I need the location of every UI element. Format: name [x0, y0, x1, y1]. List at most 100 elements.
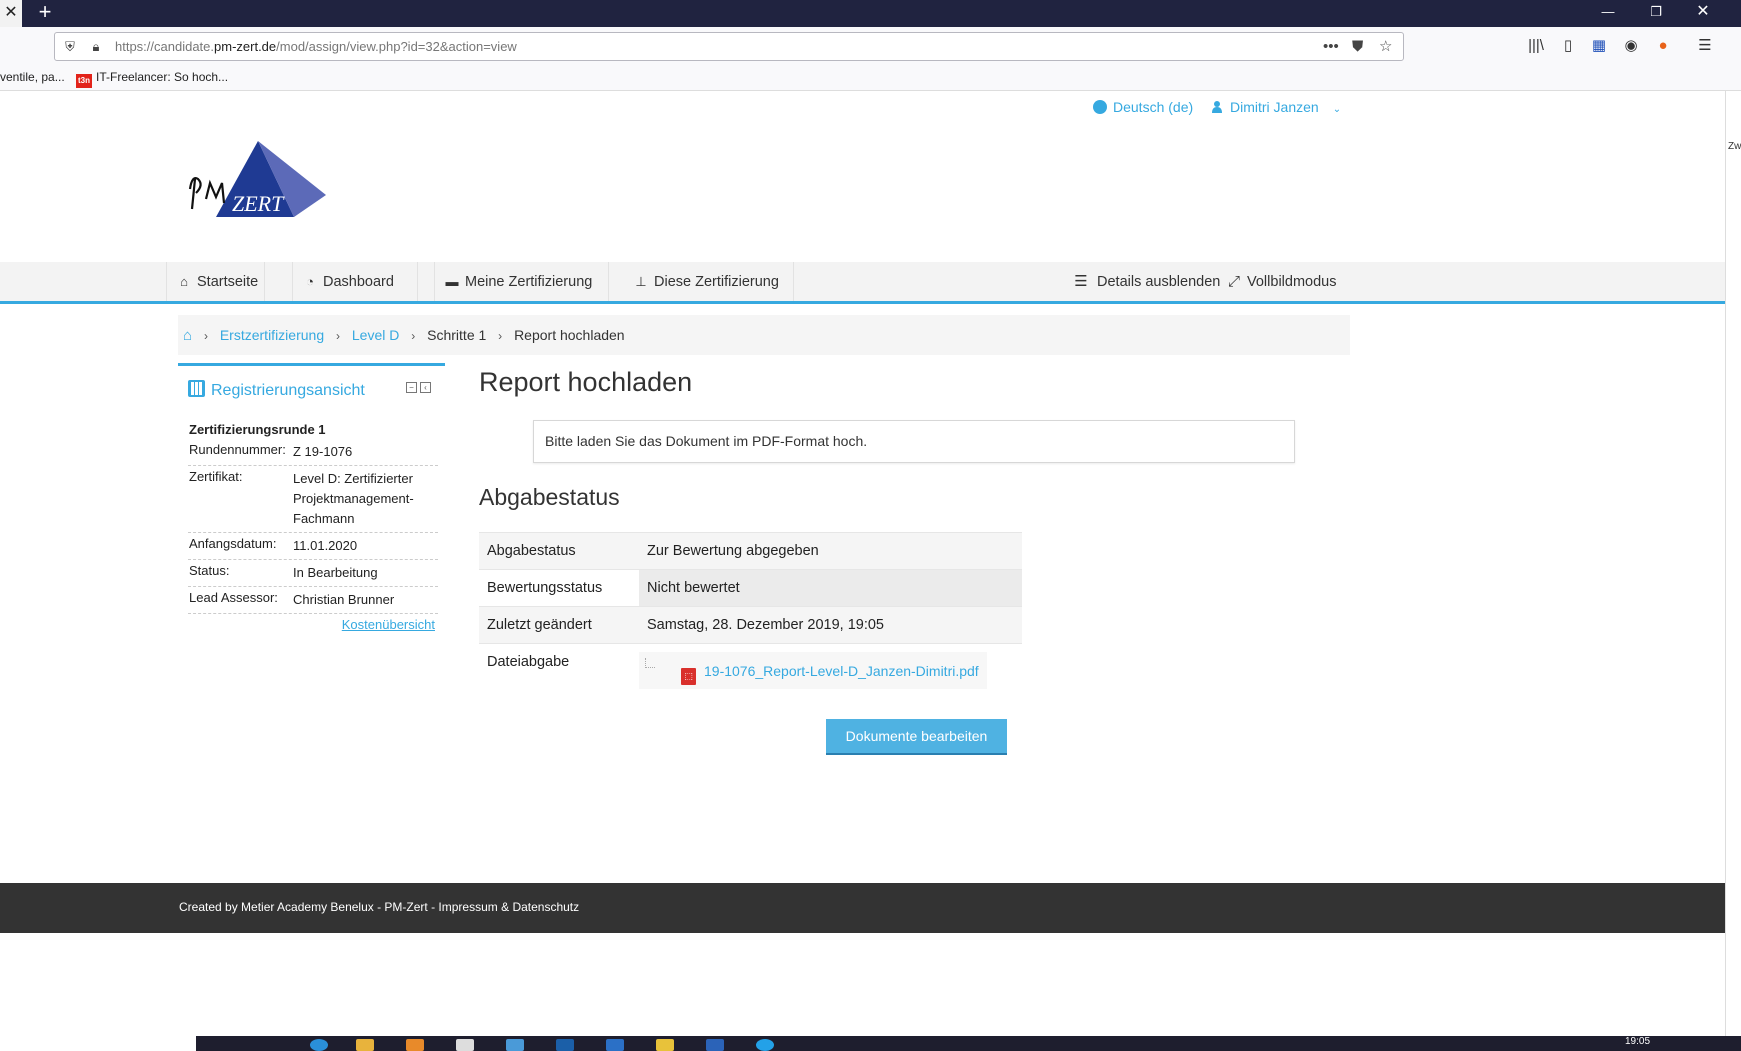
table-row: Bewertungsstatus Nicht bewertet — [479, 569, 1022, 607]
info-row: Lead Assessor: Christian Brunner — [188, 587, 438, 614]
nav-my-certification[interactable]: ▬ Meine Zertifizierung — [434, 262, 609, 301]
account-icon[interactable]: ◉ — [1620, 35, 1642, 57]
info-row: Rundennummer: Z 19-1076 — [188, 439, 438, 466]
nav-label: Diese Zertifizierung — [654, 274, 779, 290]
bookmark-item[interactable]: ventile, pa... — [0, 70, 65, 84]
folder-icon[interactable] — [356, 1039, 374, 1051]
new-tab-icon[interactable]: + — [34, 0, 56, 27]
web-page: Deutsch (de) Dimitri Janzen ⌄ ZERT ⌂ Start… — [0, 91, 1725, 1036]
dock-block-icon[interactable]: ‹ — [420, 382, 431, 393]
round-title: Zertifizierungsrunde 1 — [189, 422, 326, 437]
pm-zert-logo[interactable]: ZERT — [188, 139, 338, 229]
breadcrumb-home-icon[interactable]: ⌂ — [183, 327, 192, 344]
save-icon[interactable] — [556, 1039, 574, 1051]
edit-submission-button[interactable]: Dokumente bearbeiten — [826, 719, 1007, 755]
language-label: Deutsch (de) — [1113, 99, 1194, 115]
list-icon: ☰ — [1074, 273, 1088, 290]
status-key: Abgabestatus — [479, 532, 639, 570]
chevron-right-icon: › — [498, 329, 503, 343]
chevron-right-icon: › — [203, 329, 208, 343]
taskbar-search-area[interactable] — [0, 1036, 196, 1051]
user-icon — [1212, 101, 1222, 113]
extension-grid-icon[interactable]: ▦ — [1588, 35, 1610, 57]
lock-icon[interactable]: 🔒︎ — [87, 38, 105, 56]
word-icon[interactable] — [706, 1039, 724, 1051]
language-menu[interactable]: Deutsch (de) — [1093, 99, 1193, 115]
url-bar[interactable]: ⛨ 🔒︎ https://candidate.pm-zert.de/mod/as… — [54, 32, 1404, 61]
user-menu[interactable]: Dimitri Janzen ⌄ — [1212, 99, 1341, 115]
breadcrumb: ⌂ › Erstzertifizierung › Level D › Schri… — [178, 315, 1350, 355]
url-text[interactable]: https://candidate.pm-zert.de/mod/assign/… — [115, 39, 517, 54]
nav-fullscreen[interactable]: ⤢ Vollbildmodus — [1217, 262, 1357, 301]
breadcrumb-link[interactable]: Erstzertifizierung — [220, 327, 324, 343]
user-name: Dimitri Janzen — [1230, 99, 1319, 115]
breadcrumb-item[interactable]: Schritte 1 — [427, 327, 486, 343]
taskbar-clock: 19:05 — [1625, 1036, 1651, 1047]
nav-home[interactable]: ⌂ Startseite — [166, 262, 265, 301]
assignment-intro: Bitte laden Sie das Dokument im PDF-Form… — [533, 420, 1295, 463]
bookmark-item[interactable]: t3n IT-Freelancer: So hoch... — [76, 70, 228, 88]
t3n-icon: t3n — [76, 74, 92, 88]
nav-label: Meine Zertifizierung — [465, 274, 593, 290]
table-row: Abgabestatus Zur Bewertung abgegeben — [479, 532, 1022, 570]
minimize-icon[interactable]: — — [1585, 0, 1631, 27]
file-tree: ⬚ 19-1076_Report-Level-D_Janzen-Dimitri.p… — [639, 652, 987, 689]
nav-label: Startseite — [197, 274, 259, 290]
edge-icon[interactable] — [310, 1039, 328, 1051]
close-tab-icon[interactable]: ✕ — [0, 0, 22, 27]
windows-taskbar: 19:05 — [0, 1036, 1741, 1051]
pocket-icon[interactable]: ⛊ — [1352, 37, 1363, 57]
sidebar-icon[interactable]: ▯ — [1557, 35, 1579, 57]
submission-status-table: Abgabestatus Zur Bewertung abgegeben Bew… — [479, 532, 1022, 694]
bookmark-star-icon[interactable]: ☆ — [1379, 37, 1392, 57]
table-row: Dateiabgabe ⬚ 19-1076_Report-Level-D_Janz… — [479, 643, 1022, 694]
status-value: ⬚ 19-1076_Report-Level-D_Janzen-Dimitri.p… — [639, 643, 1022, 694]
restore-icon[interactable]: ❐ — [1633, 0, 1679, 27]
tree-connector — [645, 658, 655, 668]
status-value: Nicht bewertet — [639, 569, 1022, 607]
info-key: Zertifikat: — [189, 469, 243, 484]
bookmark-label: IT-Freelancer: So hoch... — [96, 70, 229, 84]
registration-info: Rundennummer: Z 19-1076 Zertifikat: Level … — [188, 439, 438, 614]
archive-icon[interactable] — [656, 1039, 674, 1051]
submitted-file-link[interactable]: 19-1076_Report-Level-D_Janzen-Dimitri.pd… — [704, 663, 979, 679]
status-key: Zuletzt geändert — [479, 606, 639, 644]
nav-this-certification[interactable]: ⊥ Diese Zertifizierung — [624, 262, 794, 301]
sitemap-icon: ⊥ — [635, 274, 647, 289]
collapse-block-icon[interactable]: − — [406, 382, 417, 393]
app-icon[interactable] — [456, 1039, 474, 1051]
chevron-down-icon: ⌄ — [1332, 104, 1342, 115]
window-close-icon[interactable]: ✕ — [1680, 0, 1726, 27]
menu-icon[interactable]: ☰ — [1694, 35, 1716, 57]
mail-icon[interactable] — [506, 1039, 524, 1051]
info-row: Status: In Bearbeitung — [188, 560, 438, 587]
skype-icon[interactable] — [756, 1039, 774, 1051]
library-icon[interactable]: |||\ — [1525, 35, 1547, 57]
info-value: Level D: Zertifizierter Projektmanagemen… — [293, 471, 414, 526]
registration-block: Registrierungsansicht − ‹ Zertifizierung… — [178, 363, 445, 632]
browser-toolbar: ⛨ 🔒︎ https://candidate.pm-zert.de/mod/as… — [0, 27, 1741, 65]
info-key: Anfangsdatum: — [189, 536, 277, 551]
page-footer: Created by Metier Academy Benelux - PM-Z… — [0, 883, 1725, 933]
info-value: Christian Brunner — [293, 592, 395, 607]
page-actions-icon[interactable]: ••• — [1323, 37, 1339, 57]
breadcrumb-link[interactable]: Level D — [352, 327, 399, 343]
firefox-icon[interactable] — [406, 1039, 424, 1051]
status-key: Dateiabgabe — [479, 643, 639, 694]
nav-hide-details[interactable]: ☰ Details ausblenden — [1062, 262, 1227, 301]
submission-status-heading: Abgabestatus — [479, 484, 620, 510]
firefox-extension-icon[interactable]: ● — [1652, 35, 1674, 57]
nav-dashboard[interactable]: ◔ Dashboard — [292, 262, 418, 301]
status-value: Samstag, 28. Dezember 2019, 19:05 — [639, 606, 1022, 644]
info-key: Rundennummer: — [189, 442, 286, 457]
info-row: Anfangsdatum: 11.01.2020 — [188, 533, 438, 560]
cost-overview-link[interactable]: Kostenübersicht — [342, 617, 435, 632]
status-key: Bewertungsstatus — [479, 569, 639, 607]
shield-icon[interactable]: ⛨ — [61, 38, 79, 56]
windows-app-icon[interactable] — [606, 1039, 624, 1051]
nav-label: Dashboard — [323, 274, 394, 290]
side-panel-edge: Zw — [1725, 91, 1741, 1036]
bookmarks-bar: ventile, pa... t3n IT-Freelancer: So hoch… — [0, 65, 1741, 91]
table-row: Zuletzt geändert Samstag, 28. Dezember 2… — [479, 606, 1022, 644]
breadcrumb-current: Report hochladen — [514, 327, 625, 343]
